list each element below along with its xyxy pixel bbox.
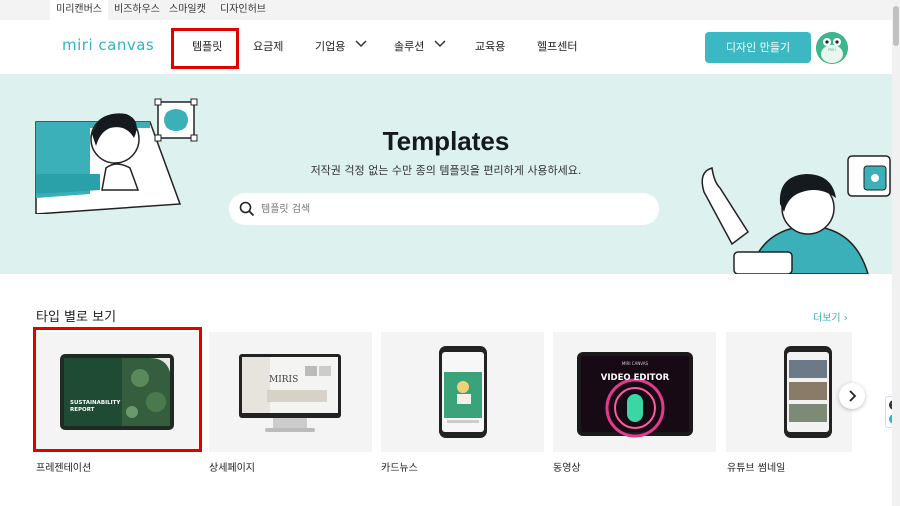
category-card-cardnews[interactable] bbox=[381, 332, 544, 452]
carousel-next-button[interactable] bbox=[839, 383, 865, 409]
hero-banner: Templates 저작권 걱정 없는 수만 종의 템플릿을 편리하게 사용하세… bbox=[0, 74, 892, 274]
card-label-youtube-thumbnail: 유튜브 썸네일 bbox=[727, 463, 786, 474]
nav-solutions-label: 솔루션 bbox=[394, 40, 425, 53]
nav-pricing-label: 요금제 bbox=[253, 40, 284, 53]
brand-tab-bizhows[interactable]: 비즈하우스 bbox=[108, 0, 166, 20]
nav-help[interactable]: 헬프센터 bbox=[537, 38, 577, 54]
nav-education[interactable]: 교육용 bbox=[475, 38, 505, 54]
page-scrollbar[interactable] bbox=[892, 0, 900, 506]
site-logo[interactable]: miri canvas bbox=[62, 36, 154, 54]
card-label-video: 동영상 bbox=[553, 463, 581, 474]
template-search-input[interactable] bbox=[261, 199, 641, 219]
phone-thumbnail bbox=[439, 346, 487, 438]
nav-business[interactable]: 기업용 bbox=[315, 38, 367, 54]
card-label-cardnews: 카드뉴스 bbox=[381, 463, 418, 474]
chevron-down-icon bbox=[434, 38, 446, 51]
category-card-youtube-thumbnail[interactable] bbox=[726, 332, 852, 452]
chevron-down-icon bbox=[355, 38, 367, 51]
svg-text:VIDEO EDITOR: VIDEO EDITOR bbox=[601, 373, 670, 383]
svg-text:miri: miri bbox=[828, 47, 836, 52]
search-icon bbox=[239, 201, 255, 221]
card-label-presentation: 프레젠테이션 bbox=[36, 463, 92, 474]
scrollbar-thumb[interactable] bbox=[893, 6, 899, 46]
tablet-video-thumbnail: MIRI CANVAS VIDEO EDITOR bbox=[577, 352, 693, 438]
brand-tab-designhub[interactable]: 디자인허브 bbox=[214, 0, 272, 20]
brand-tab-miricanvas[interactable]: 미리캔버스 bbox=[50, 0, 108, 20]
svg-text:MIRIS: MIRIS bbox=[269, 375, 298, 385]
man-waving-illustration bbox=[701, 155, 891, 274]
mascot-icon: miri bbox=[816, 32, 848, 64]
chevron-right-icon bbox=[849, 390, 857, 402]
svg-text:MIRI CANVAS: MIRI CANVAS bbox=[622, 361, 649, 366]
phone-youtube-thumbnail bbox=[784, 346, 832, 438]
nav-business-label: 기업용 bbox=[315, 40, 346, 53]
section-title: 타입 별로 보기 bbox=[36, 310, 117, 325]
avatar[interactable]: miri bbox=[816, 32, 848, 64]
nav-pricing[interactable]: 요금제 bbox=[253, 38, 283, 54]
create-design-button[interactable]: 디자인 만들기 bbox=[705, 32, 811, 63]
card-label-detail-page: 상세페이지 bbox=[209, 463, 255, 474]
template-search-bar[interactable] bbox=[229, 193, 659, 225]
brand-tab-smilecat[interactable]: 스마일캣 bbox=[163, 0, 212, 20]
category-card-detail-page[interactable]: MIRIS bbox=[209, 332, 372, 452]
templates-highlight-box bbox=[171, 28, 239, 69]
nav-solutions[interactable]: 솔루션 bbox=[394, 38, 446, 54]
category-card-video[interactable]: MIRI CANVAS VIDEO EDITOR bbox=[553, 332, 716, 452]
nav-help-label: 헬프센터 bbox=[537, 40, 578, 53]
brand-bar: 미리캔버스 비즈하우스 스마일캣 디자인허브 bbox=[0, 0, 892, 20]
nav-education-label: 교육용 bbox=[475, 40, 506, 53]
presentation-highlight-box bbox=[33, 327, 202, 452]
monitor-thumbnail: MIRIS bbox=[239, 354, 341, 432]
more-link[interactable]: 더보기 › bbox=[813, 309, 848, 324]
